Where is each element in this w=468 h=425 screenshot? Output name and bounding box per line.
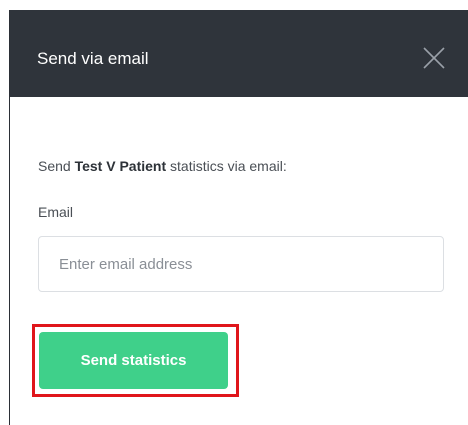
send-statistics-button[interactable]: Send statistics [39,332,228,389]
backdrop [0,0,468,10]
modal-header: Send via email [10,10,468,97]
intro-prefix: Send [38,158,75,174]
close-icon [423,47,445,69]
modal-title: Send via email [37,49,149,68]
modal-body: Send Test V Patient statistics via email… [10,97,468,425]
intro-suffix: statistics via email: [166,158,287,174]
patient-name: Test V Patient [74,158,167,174]
send-email-modal: Send via email Send Test V Patient stati… [9,10,468,425]
email-label: Email [38,204,74,220]
intro-text: Send Test V Patient statistics via email… [38,158,287,174]
backdrop-edge [0,10,9,425]
close-button[interactable] [422,46,446,70]
email-input[interactable] [38,236,444,292]
